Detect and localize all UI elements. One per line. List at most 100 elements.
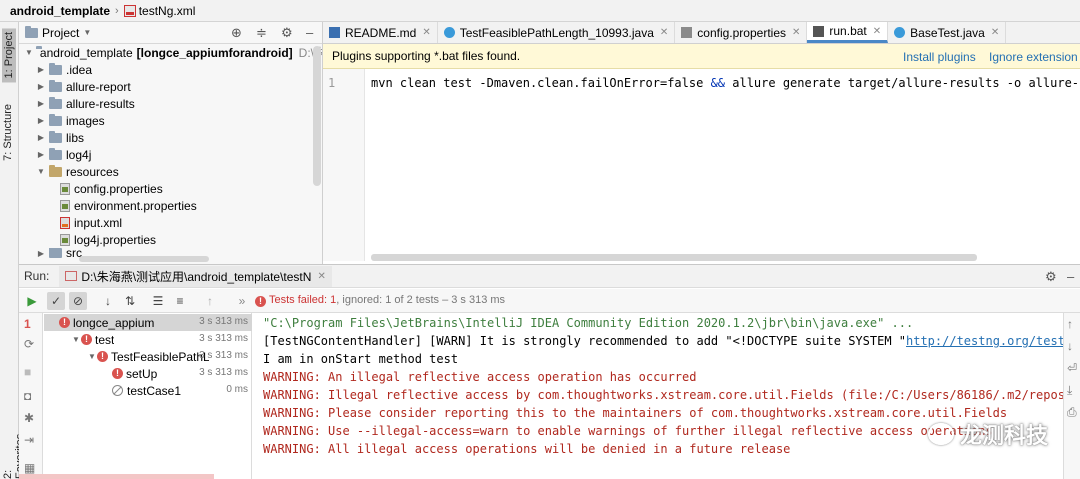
hide-icon[interactable]: – [306, 25, 313, 40]
breadcrumb-file[interactable]: testNg.xml [139, 4, 196, 18]
collapse-arrow-icon[interactable]: ▶ [36, 65, 46, 74]
expand-arrow-icon[interactable]: ▼ [36, 167, 46, 176]
status-rest: of 2 tests – 3 s 313 ms [394, 294, 506, 306]
rerun-icon[interactable]: ▶ [23, 292, 41, 310]
settings-icon[interactable]: ✱ [24, 411, 34, 425]
code-line[interactable]: mvn clean test -Dmaven.clean.failOnError… [371, 76, 1080, 90]
failed-icon: ! [112, 368, 123, 379]
collapse-icon[interactable]: ≑ [256, 25, 267, 41]
properties-file-icon [60, 233, 70, 246]
java-class-icon [894, 27, 906, 38]
project-view-selector[interactable]: Project [42, 26, 79, 40]
gear-icon[interactable]: ⚙ [281, 25, 293, 41]
collapse-arrow-icon[interactable]: ▶ [36, 150, 46, 159]
tree-item-input-xml[interactable]: input.xml [19, 214, 322, 231]
close-icon[interactable]: ✕ [422, 27, 430, 38]
expand-arrow-icon[interactable]: ▼ [25, 48, 33, 57]
failed-icon: ! [255, 296, 266, 307]
test-row-class[interactable]: ▼ ! TestFeasiblePathLe 3 s 313 ms [44, 348, 252, 365]
close-icon[interactable]: ✕ [317, 271, 325, 282]
test-row-test[interactable]: ▼ ! test 3 s 313 ms [44, 331, 252, 348]
code-area[interactable]: 1 mvn clean test -Dmaven.clean.failOnErr… [323, 69, 1080, 264]
console-side-toolbar: ↑ ↓ ⏎ ⤓ ⎙ [1063, 313, 1080, 479]
console-output[interactable]: "C:\Program Files\JetBrains\IntelliJ IDE… [253, 313, 1063, 479]
tree-item-images[interactable]: ▶ images [19, 112, 322, 129]
sort-by-duration-icon[interactable]: ⇅ [121, 292, 139, 310]
show-passed-icon[interactable]: ✓ [47, 292, 65, 310]
stop-icon[interactable]: ■ [24, 365, 31, 379]
close-icon[interactable]: ✕ [660, 27, 668, 38]
tree-item-allure-results[interactable]: ▶ allure-results [19, 95, 322, 112]
more-icon[interactable]: » [233, 292, 251, 310]
line-number: 1 [328, 76, 336, 90]
ignore-extension-link[interactable]: Ignore extension [989, 50, 1078, 64]
tree-root[interactable]: ▼ android_template [longce_appiumforandr… [19, 44, 322, 61]
collapse-all-icon[interactable]: ≡ [171, 292, 189, 310]
tool-tab-project[interactable]: 1: Project [2, 28, 16, 83]
tab-testfeasiblepathlength[interactable]: TestFeasiblePathLength_10993.java ✕ [438, 22, 676, 43]
close-icon[interactable]: ✕ [991, 27, 999, 38]
import-icon[interactable]: ⇥ [24, 433, 34, 447]
tree-item-config-properties[interactable]: config.properties [19, 180, 322, 197]
scroll-to-end-icon[interactable]: ⤓ [1067, 383, 1072, 398]
locate-icon[interactable]: ⊕ [231, 25, 242, 41]
show-ignored-icon[interactable]: ⊘ [69, 292, 87, 310]
project-vertical-scrollbar[interactable] [313, 46, 321, 186]
tab-run-bat[interactable]: run.bat ✕ [807, 22, 889, 43]
console-line: WARNING: An illegal reflective access op… [263, 370, 697, 384]
breadcrumb-project[interactable]: android_template [10, 4, 110, 18]
expand-arrow-icon[interactable]: ▼ [87, 352, 97, 361]
tab-basetest[interactable]: BaseTest.java ✕ [888, 22, 1007, 43]
collapse-arrow-icon[interactable]: ▶ [36, 133, 46, 142]
gear-icon[interactable]: ⚙ [1045, 269, 1057, 285]
tree-item-idea[interactable]: ▶ .idea [19, 61, 322, 78]
tree-item-label: allure-results [66, 96, 135, 111]
up-arrow-icon[interactable]: ↑ [1067, 317, 1073, 331]
project-horizontal-scrollbar[interactable] [79, 256, 209, 262]
tab-config-properties[interactable]: config.properties ✕ [675, 22, 808, 43]
close-icon[interactable]: ✕ [792, 27, 800, 38]
test-row-testcase1[interactable]: testCase1 0 ms [44, 382, 252, 399]
collapse-arrow-icon[interactable]: ▶ [36, 249, 46, 258]
run-config-tab[interactable]: D:\朱海燕\测试应用\android_template\testN ✕ [59, 265, 332, 287]
rerun-failed-icon[interactable]: ⟳ [24, 337, 34, 351]
run-toolbar: ▶ ✓ ⊘ ↓ ⇅ ☰ ≡ ↑ » ! Tests failed: 1, igno… [19, 289, 1080, 313]
camera-icon[interactable]: ◘ [24, 389, 31, 403]
watermark: 龙测科技 [928, 418, 1048, 450]
close-icon[interactable]: ✕ [873, 26, 881, 37]
layout-icon[interactable]: ▦ [24, 461, 35, 475]
test-row-setup[interactable]: ! setUp 3 s 313 ms [44, 365, 252, 382]
tree-item-resources[interactable]: ▼ resources [19, 163, 322, 180]
project-tree: ▼ android_template [longce_appiumforandr… [19, 44, 322, 258]
hide-icon[interactable]: – [1067, 269, 1074, 284]
expand-all-icon[interactable]: ☰ [149, 292, 167, 310]
tree-item-libs[interactable]: ▶ libs [19, 129, 322, 146]
soft-wrap-icon[interactable]: ⏎ [1067, 361, 1077, 375]
collapse-arrow-icon[interactable]: ▶ [36, 99, 46, 108]
collapse-arrow-icon[interactable]: ▶ [36, 116, 46, 125]
console-line: [TestNGContentHandler] [WARN] It is stro… [263, 334, 1063, 348]
folder-icon [49, 248, 62, 258]
tree-item-label: libs [66, 130, 85, 145]
print-icon[interactable]: ⎙ [1067, 405, 1077, 420]
run-label: Run: [24, 269, 50, 283]
testng-dtd-link[interactable]: http://testng.org/testng-1. [906, 334, 1063, 348]
previous-failed-icon[interactable]: ↑ [201, 292, 219, 310]
tree-item-log4j-properties[interactable]: log4j.properties [19, 231, 322, 248]
expand-arrow-icon[interactable]: ▼ [71, 335, 81, 344]
down-arrow-icon[interactable]: ↓ [1067, 339, 1073, 353]
chevron-down-icon[interactable]: ▼ [83, 28, 91, 37]
collapse-arrow-icon[interactable]: ▶ [36, 82, 46, 91]
tree-item-log4j[interactable]: ▶ log4j [19, 146, 322, 163]
tree-item-environment-properties[interactable]: environment.properties [19, 197, 322, 214]
editor-horizontal-scrollbar[interactable] [371, 254, 977, 261]
test-row-suite[interactable]: ! longce_appium 3 s 313 ms [44, 314, 252, 331]
folder-icon [49, 130, 62, 143]
install-plugins-link[interactable]: Install plugins [903, 50, 976, 64]
sort-alphabetically-icon[interactable]: ↓ [99, 292, 117, 310]
run-panel: Run: D:\朱海燕\测试应用\android_template\testN … [19, 264, 1080, 479]
tool-tab-structure[interactable]: 7: Structure [2, 104, 14, 161]
line-gutter: 1 [323, 69, 365, 261]
tab-readme[interactable]: README.md ✕ [323, 22, 438, 43]
tree-item-allure-report[interactable]: ▶ allure-report [19, 78, 322, 95]
